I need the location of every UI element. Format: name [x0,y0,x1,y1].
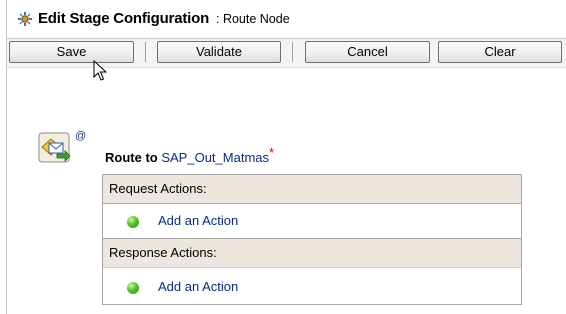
route-target-link[interactable]: SAP_Out_Matmas [161,150,269,165]
cancel-button[interactable]: Cancel [305,41,430,63]
add-response-action-link[interactable]: Add an Action [158,279,238,294]
required-marker: * [269,145,275,160]
route-label: Route to SAP_Out_Matmas* [105,145,274,165]
response-action-row: Add an Action [103,270,521,303]
row-divider [103,267,521,268]
status-dot-icon [127,216,139,228]
page-subtitle: : Route Node [216,12,290,26]
page-header: Edit Stage Configuration : Route Node [7,0,566,38]
save-button[interactable]: Save [9,41,134,63]
add-request-action-link[interactable]: Add an Action [158,213,238,228]
toolbar-separator [145,42,146,62]
request-actions-header: Request Actions: [103,175,521,203]
page-title: Edit Stage Configuration [38,10,210,27]
route-node-icon [38,132,71,163]
at-marker: @ [75,130,87,142]
route-prefix: Route to [105,150,158,165]
request-action-row: Add an Action [103,204,521,237]
toolbar-divider [7,67,566,68]
clear-button[interactable]: Clear [438,41,562,63]
actions-table: Request Actions: Add an Action Response … [102,174,522,305]
toolbar-separator [292,42,293,62]
status-dot-icon [127,282,139,294]
response-actions-header: Response Actions: [103,239,521,267]
stage-config-icon [18,12,32,26]
validate-button[interactable]: Validate [157,41,281,63]
mouse-pointer-icon [93,60,107,81]
